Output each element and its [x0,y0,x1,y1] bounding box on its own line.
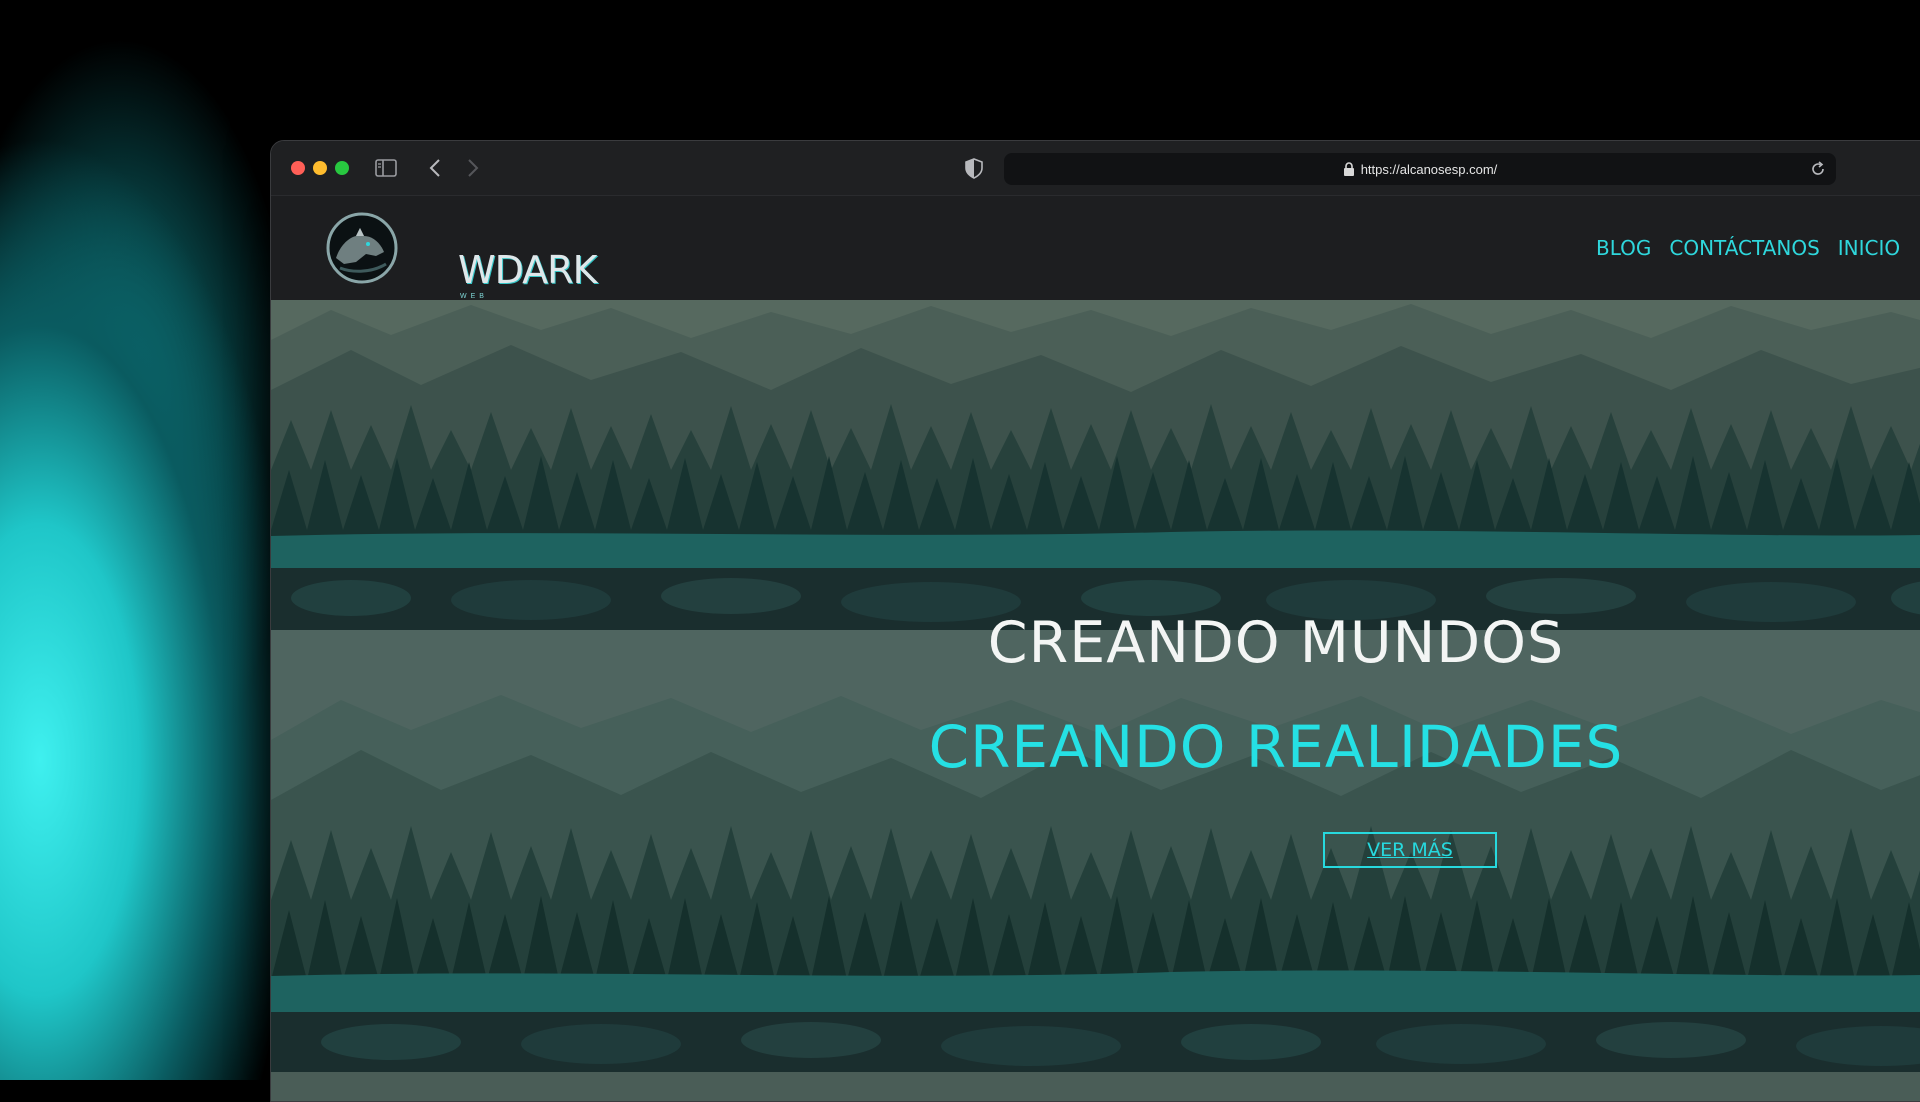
wolf-globe-icon [326,212,398,284]
hero-section: CREANDO MUNDOS CREANDO REALIDADES VER MÁ… [271,300,1920,1101]
main-nav: BLOGCONTÁCTANOSINICIOP [1596,236,1920,260]
nav-item-blog[interactable]: BLOG [1596,236,1651,260]
nav-item-contactanos[interactable]: CONTÁCTANOS [1669,236,1819,260]
ver-mas-button[interactable]: VER MÁS [1323,832,1497,868]
browser-toolbar: https://alcanosesp.com/ [271,141,1920,196]
url-text: https://alcanosesp.com/ [1360,161,1498,177]
minimize-window-button[interactable] [313,161,327,175]
back-icon[interactable] [423,155,449,181]
hero-subtitle: CREANDO REALIDADES [928,713,1624,781]
privacy-shield-icon[interactable] [961,155,987,181]
forward-icon[interactable] [459,155,485,181]
logo-name: WDARK [458,248,597,292]
maximize-window-button[interactable] [335,161,349,175]
nav-item-inicio[interactable]: INICIO [1838,236,1900,260]
address-bar[interactable]: https://alcanosesp.com/ [1004,153,1836,185]
browser-window: https://alcanosesp.com/ WDARK WEB DEVELO… [270,140,1920,1102]
close-window-button[interactable] [291,161,305,175]
site-logo[interactable]: WDARK WEB DEVELOPMENT [326,212,597,307]
reload-icon[interactable] [1808,159,1828,179]
site-header: WDARK WEB DEVELOPMENT BLOG CONTÁCTANOS INI… [271,196,1920,307]
forest-landscape-illustration [271,300,1920,1101]
sidebar-icon[interactable] [373,155,399,181]
lock-icon [1343,162,1354,176]
hero-title: CREANDO MUNDOS [987,610,1565,676]
